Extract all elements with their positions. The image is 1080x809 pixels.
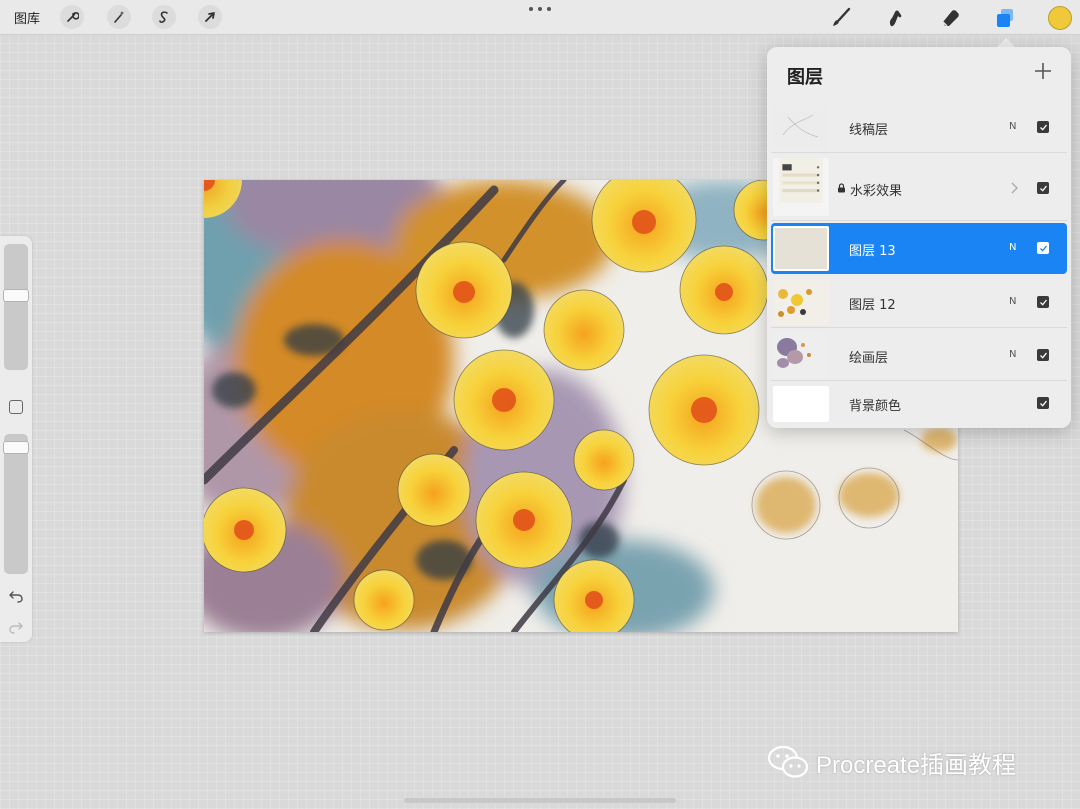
- blend-mode[interactable]: N: [1009, 349, 1016, 360]
- visibility-checkbox[interactable]: [1037, 121, 1049, 133]
- blend-mode[interactable]: N: [1009, 121, 1016, 132]
- brush-icon[interactable]: [828, 5, 854, 31]
- add-layer-button[interactable]: [1032, 60, 1054, 82]
- visibility-checkbox[interactable]: [1037, 397, 1049, 409]
- brush-size-handle[interactable]: [3, 288, 29, 302]
- layers-panel-title: 图层: [787, 67, 823, 88]
- gallery-button[interactable]: 图库: [14, 8, 40, 27]
- layer-thumbnail: [773, 105, 829, 150]
- layer-group-name: 水彩效果: [850, 184, 903, 199]
- layer-name: 图层 12: [849, 298, 896, 313]
- top-toolbar: 图库: [0, 0, 1080, 35]
- layer-thumbnail: [773, 386, 829, 422]
- transform-arrow-icon[interactable]: [198, 5, 222, 29]
- layer-row[interactable]: 线稿层 N: [771, 102, 1067, 153]
- layer-row-selected[interactable]: 图层 13 N: [771, 223, 1067, 274]
- opacity-slider[interactable]: [4, 434, 28, 574]
- layer-group-thumbnail: [773, 158, 829, 216]
- home-indicator[interactable]: [404, 798, 676, 803]
- layer-name: 图层 13: [849, 244, 896, 259]
- layers-icon[interactable]: [992, 5, 1018, 31]
- layer-row[interactable]: 图层 12 N: [771, 277, 1067, 328]
- more-options-icon[interactable]: [529, 2, 551, 16]
- lock-icon: [838, 183, 845, 193]
- redo-icon[interactable]: [8, 619, 24, 635]
- watermark-text: Procreate插画教程: [816, 751, 1017, 779]
- layer-name: 线稿层: [849, 123, 889, 138]
- layer-thumbnail: [773, 226, 829, 271]
- magic-wand-icon[interactable]: [107, 5, 131, 29]
- smudge-icon[interactable]: [882, 5, 908, 31]
- layer-name: 背景颜色: [849, 399, 902, 414]
- layer-group-row[interactable]: 水彩效果: [771, 155, 1067, 221]
- layer-row[interactable]: 绘画层 N: [771, 330, 1067, 381]
- background-color-row[interactable]: 背景颜色: [771, 383, 1067, 424]
- watermark: Procreate插画教程: [766, 742, 1016, 782]
- left-sidebar: [0, 236, 32, 642]
- eraser-icon[interactable]: [937, 5, 963, 31]
- chevron-right-icon[interactable]: [1009, 180, 1019, 196]
- modify-button[interactable]: [9, 400, 23, 414]
- visibility-checkbox[interactable]: [1037, 349, 1049, 361]
- undo-icon[interactable]: [8, 588, 24, 604]
- selection-s-icon[interactable]: [152, 5, 176, 29]
- brush-size-slider[interactable]: [4, 244, 28, 370]
- current-color-swatch[interactable]: [1048, 6, 1072, 30]
- blend-mode[interactable]: N: [1009, 242, 1016, 253]
- wrench-icon[interactable]: [60, 5, 84, 29]
- blend-mode[interactable]: N: [1009, 296, 1016, 307]
- visibility-checkbox[interactable]: [1037, 242, 1049, 254]
- layers-panel: 图层 线稿层 N 水彩效果 图层 13 N 图层 12 N 绘画层 N 背景颜色: [767, 47, 1071, 428]
- opacity-handle[interactable]: [3, 441, 29, 454]
- visibility-checkbox[interactable]: [1037, 296, 1049, 308]
- layer-thumbnail: [773, 333, 829, 378]
- visibility-checkbox[interactable]: [1037, 182, 1049, 194]
- layer-thumbnail: [773, 280, 829, 325]
- plus-icon: [1035, 63, 1051, 79]
- wechat-icon: [767, 745, 809, 778]
- layer-name: 绘画层: [849, 351, 889, 366]
